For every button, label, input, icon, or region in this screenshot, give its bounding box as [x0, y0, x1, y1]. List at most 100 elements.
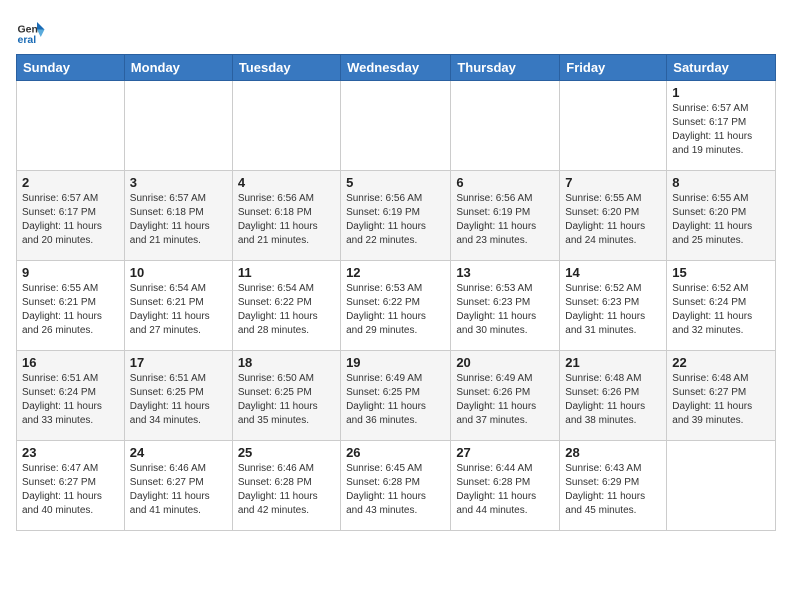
- day-info: Sunrise: 6:49 AM Sunset: 6:25 PM Dayligh…: [346, 372, 445, 428]
- calendar-cell: 11 Sunrise: 6:54 AM Sunset: 6:22 PM Dayli…: [232, 261, 340, 351]
- day-number: 6: [456, 175, 554, 190]
- day-info: Sunrise: 6:47 AM Sunset: 6:27 PM Dayligh…: [22, 462, 119, 518]
- calendar-cell: 15 Sunrise: 6:52 AM Sunset: 6:24 PM Dayli…: [667, 261, 776, 351]
- header-friday: Friday: [560, 55, 667, 81]
- day-number: 22: [672, 355, 770, 370]
- calendar-cell: 28Sunrise: 6:43 AM Sunset: 6:29 PM Dayli…: [560, 441, 667, 531]
- week-row-5: 23 Sunrise: 6:47 AM Sunset: 6:27 PM Dayli…: [17, 441, 776, 531]
- calendar-header-row: SundayMondayTuesdayWednesdayThursdayFrid…: [17, 55, 776, 81]
- calendar-cell: [341, 81, 451, 171]
- calendar-cell: 22 Sunrise: 6:48 AM Sunset: 6:27 PM Dayli…: [667, 351, 776, 441]
- day-number: 4: [238, 175, 335, 190]
- day-number: 7: [565, 175, 661, 190]
- day-number: 9: [22, 265, 119, 280]
- calendar-cell: 8 Sunrise: 6:55 AM Sunset: 6:20 PM Daylig…: [667, 171, 776, 261]
- day-number: 21: [565, 355, 661, 370]
- day-info: Sunrise: 6:50 AM Sunset: 6:25 PM Dayligh…: [238, 372, 335, 428]
- day-number: 25: [238, 445, 335, 460]
- calendar-table: SundayMondayTuesdayWednesdayThursdayFrid…: [16, 54, 776, 531]
- week-row-1: 1 Sunrise: 6:57 AM Sunset: 6:17 PM Daylig…: [17, 81, 776, 171]
- calendar-cell: [560, 81, 667, 171]
- calendar-cell: 24 Sunrise: 6:46 AM Sunset: 6:27 PM Dayli…: [124, 441, 232, 531]
- day-number: 28: [565, 445, 661, 460]
- calendar-cell: 14 Sunrise: 6:52 AM Sunset: 6:23 PM Dayli…: [560, 261, 667, 351]
- day-number: 11: [238, 265, 335, 280]
- calendar-cell: 20 Sunrise: 6:49 AM Sunset: 6:26 PM Dayli…: [451, 351, 560, 441]
- day-number: 12: [346, 265, 445, 280]
- day-info: Sunrise: 6:54 AM Sunset: 6:22 PM Dayligh…: [238, 282, 335, 338]
- header-tuesday: Tuesday: [232, 55, 340, 81]
- calendar-cell: 5 Sunrise: 6:56 AM Sunset: 6:19 PM Daylig…: [341, 171, 451, 261]
- day-info: Sunrise: 6:57 AM Sunset: 6:18 PM Dayligh…: [130, 192, 227, 248]
- day-number: 20: [456, 355, 554, 370]
- calendar-cell: [451, 81, 560, 171]
- calendar-cell: 25Sunrise: 6:46 AM Sunset: 6:28 PM Dayli…: [232, 441, 340, 531]
- day-info: Sunrise: 6:48 AM Sunset: 6:26 PM Dayligh…: [565, 372, 661, 428]
- day-info: Sunrise: 6:56 AM Sunset: 6:19 PM Dayligh…: [456, 192, 554, 248]
- day-info: Sunrise: 6:55 AM Sunset: 6:21 PM Dayligh…: [22, 282, 119, 338]
- logo: Gen eral: [16, 16, 48, 46]
- calendar-cell: 7 Sunrise: 6:55 AM Sunset: 6:20 PM Daylig…: [560, 171, 667, 261]
- calendar-cell: 19 Sunrise: 6:49 AM Sunset: 6:25 PM Dayli…: [341, 351, 451, 441]
- day-number: 15: [672, 265, 770, 280]
- day-number: 24: [130, 445, 227, 460]
- week-row-3: 9 Sunrise: 6:55 AM Sunset: 6:21 PM Daylig…: [17, 261, 776, 351]
- day-info: Sunrise: 6:53 AM Sunset: 6:23 PM Dayligh…: [456, 282, 554, 338]
- day-number: 18: [238, 355, 335, 370]
- calendar-cell: 9 Sunrise: 6:55 AM Sunset: 6:21 PM Daylig…: [17, 261, 125, 351]
- day-number: 19: [346, 355, 445, 370]
- day-info: Sunrise: 6:44 AM Sunset: 6:28 PM Dayligh…: [456, 462, 554, 518]
- calendar-cell: 17 Sunrise: 6:51 AM Sunset: 6:25 PM Dayli…: [124, 351, 232, 441]
- calendar-cell: [667, 441, 776, 531]
- day-info: Sunrise: 6:55 AM Sunset: 6:20 PM Dayligh…: [565, 192, 661, 248]
- day-number: 14: [565, 265, 661, 280]
- day-info: Sunrise: 6:48 AM Sunset: 6:27 PM Dayligh…: [672, 372, 770, 428]
- day-number: 16: [22, 355, 119, 370]
- day-number: 23: [22, 445, 119, 460]
- logo-icon: Gen eral: [16, 16, 46, 46]
- calendar-cell: 4Sunrise: 6:56 AM Sunset: 6:18 PM Daylig…: [232, 171, 340, 261]
- svg-text:eral: eral: [18, 34, 37, 46]
- day-number: 5: [346, 175, 445, 190]
- day-number: 3: [130, 175, 227, 190]
- calendar-cell: [124, 81, 232, 171]
- week-row-2: 2 Sunrise: 6:57 AM Sunset: 6:17 PM Daylig…: [17, 171, 776, 261]
- day-number: 1: [672, 85, 770, 100]
- header-saturday: Saturday: [667, 55, 776, 81]
- calendar-cell: 13 Sunrise: 6:53 AM Sunset: 6:23 PM Dayli…: [451, 261, 560, 351]
- calendar-cell: 16 Sunrise: 6:51 AM Sunset: 6:24 PM Dayli…: [17, 351, 125, 441]
- day-info: Sunrise: 6:49 AM Sunset: 6:26 PM Dayligh…: [456, 372, 554, 428]
- calendar-cell: 3 Sunrise: 6:57 AM Sunset: 6:18 PM Daylig…: [124, 171, 232, 261]
- calendar-cell: 18 Sunrise: 6:50 AM Sunset: 6:25 PM Dayli…: [232, 351, 340, 441]
- day-info: Sunrise: 6:53 AM Sunset: 6:22 PM Dayligh…: [346, 282, 445, 338]
- calendar-cell: [17, 81, 125, 171]
- day-number: 17: [130, 355, 227, 370]
- calendar-cell: 6 Sunrise: 6:56 AM Sunset: 6:19 PM Daylig…: [451, 171, 560, 261]
- day-number: 2: [22, 175, 119, 190]
- calendar-cell: 10 Sunrise: 6:54 AM Sunset: 6:21 PM Dayli…: [124, 261, 232, 351]
- day-info: Sunrise: 6:52 AM Sunset: 6:23 PM Dayligh…: [565, 282, 661, 338]
- day-info: Sunrise: 6:57 AM Sunset: 6:17 PM Dayligh…: [672, 102, 770, 158]
- day-number: 8: [672, 175, 770, 190]
- day-info: Sunrise: 6:46 AM Sunset: 6:27 PM Dayligh…: [130, 462, 227, 518]
- header-wednesday: Wednesday: [341, 55, 451, 81]
- day-info: Sunrise: 6:55 AM Sunset: 6:20 PM Dayligh…: [672, 192, 770, 248]
- header-thursday: Thursday: [451, 55, 560, 81]
- day-info: Sunrise: 6:52 AM Sunset: 6:24 PM Dayligh…: [672, 282, 770, 338]
- calendar-cell: 23 Sunrise: 6:47 AM Sunset: 6:27 PM Dayli…: [17, 441, 125, 531]
- day-info: Sunrise: 6:45 AM Sunset: 6:28 PM Dayligh…: [346, 462, 445, 518]
- day-number: 13: [456, 265, 554, 280]
- header-sunday: Sunday: [17, 55, 125, 81]
- calendar-cell: 26Sunrise: 6:45 AM Sunset: 6:28 PM Dayli…: [341, 441, 451, 531]
- day-info: Sunrise: 6:51 AM Sunset: 6:25 PM Dayligh…: [130, 372, 227, 428]
- day-info: Sunrise: 6:57 AM Sunset: 6:17 PM Dayligh…: [22, 192, 119, 248]
- calendar-cell: [232, 81, 340, 171]
- day-number: 27: [456, 445, 554, 460]
- day-info: Sunrise: 6:54 AM Sunset: 6:21 PM Dayligh…: [130, 282, 227, 338]
- day-info: Sunrise: 6:56 AM Sunset: 6:19 PM Dayligh…: [346, 192, 445, 248]
- calendar-cell: 27 Sunrise: 6:44 AM Sunset: 6:28 PM Dayli…: [451, 441, 560, 531]
- day-number: 10: [130, 265, 227, 280]
- calendar-cell: 12 Sunrise: 6:53 AM Sunset: 6:22 PM Dayli…: [341, 261, 451, 351]
- header-monday: Monday: [124, 55, 232, 81]
- day-info: Sunrise: 6:51 AM Sunset: 6:24 PM Dayligh…: [22, 372, 119, 428]
